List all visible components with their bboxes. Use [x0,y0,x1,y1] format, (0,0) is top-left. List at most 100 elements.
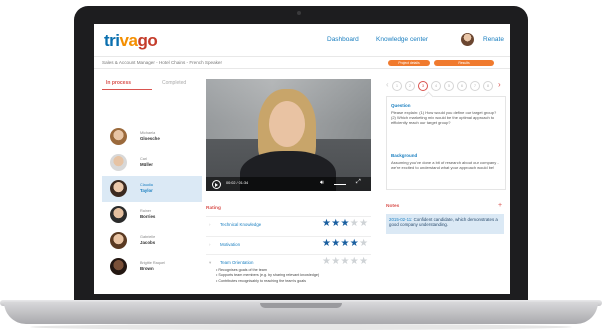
fullscreen-icon[interactable]: ⤢ [356,179,361,186]
candidate-last-name: Jacobs [140,240,156,245]
play-icon[interactable] [212,180,221,189]
logo-letter: o [147,31,158,50]
candidate-item[interactable]: Rainer Borries [102,202,202,228]
webcam [297,11,301,15]
candidate-first-name: Rainer [140,209,152,213]
laptop-shadow [30,324,572,330]
question-step[interactable]: 2 [405,81,415,91]
question-step[interactable]: 1 [392,81,402,91]
star-icon[interactable]: ★ [359,238,368,249]
tab-completed[interactable]: Completed [162,80,186,86]
candidate-tabs: In process Completed [102,80,202,92]
candidate-photo [110,180,127,197]
star-icon[interactable]: ★ [359,256,368,267]
star-icon[interactable]: ★ [350,238,359,249]
candidate-first-name: Brigitte Raquel [140,261,165,265]
volume-slider[interactable] [334,184,346,185]
question-heading: Question [391,103,411,108]
candidate-last-name: Gloesche [140,136,160,141]
logo-letter: v [119,31,129,50]
candidate-first-name: Michaela [140,131,156,135]
candidate-last-name: Müller [140,162,153,167]
star-rating[interactable]: ★★★★★ [322,218,368,229]
candidate-item[interactable]: Claudia Taylor [102,176,202,202]
rating-label: Team Orientation [220,260,254,265]
project-details-pill[interactable]: Project details [388,60,430,66]
candidate-item[interactable]: Gabrielle Jacobs [102,228,202,254]
star-icon[interactable]: ★ [331,256,340,267]
breadcrumb-bar: Sales & Account Manager - Hotel Chains -… [94,56,510,69]
note-text: 2015-02-11: Confident candidate, which d… [389,217,501,228]
note-date: 2015-02-11: [389,217,413,222]
user-name-link[interactable]: Renate [483,36,504,43]
candidate-photo [110,128,127,145]
star-icon[interactable]: ★ [341,238,350,249]
star-icon[interactable]: ★ [359,218,368,229]
candidate-photo [110,232,127,249]
video-player[interactable]: 00:02 / 01:34 🔊︎ ⤢ [206,79,371,191]
star-rating[interactable]: ★★★★★ [322,238,368,249]
question-step[interactable]: 6 [457,81,467,91]
star-icon[interactable]: ★ [322,238,331,249]
trivago-logo[interactable]: trivago [104,31,158,51]
add-note-button[interactable]: + [498,202,502,209]
star-icon[interactable]: ★ [331,238,340,249]
user-avatar[interactable] [461,33,474,46]
candidate-last-name: Taylor [140,188,153,193]
chevron-right-icon[interactable]: › [209,242,211,247]
chevron-down-icon[interactable]: ▾ [209,260,211,266]
candidate-first-name: Gabrielle [140,235,156,239]
candidate-photo [110,258,127,275]
nav-dashboard-link[interactable]: Dashboard [327,36,359,43]
question-step[interactable]: 5 [444,81,454,91]
chevron-right-icon[interactable]: › [498,80,501,89]
star-icon[interactable]: ★ [322,218,331,229]
tab-in-process[interactable]: In process [106,80,131,86]
app-screen: trivago Dashboard Knowledge center Renat… [94,24,510,294]
nav-knowledge-center-link[interactable]: Knowledge center [376,36,428,43]
candidate-photo [110,206,127,223]
question-step[interactable]: 3 [418,81,428,91]
rating-label: Motivation [220,242,241,247]
chevron-left-icon[interactable]: ‹ [386,80,389,89]
question-stepper: ‹ 1 2 3 4 5 6 7 8 › [386,80,504,91]
candidate-photo [110,154,127,171]
breadcrumb: Sales & Account Manager - Hotel Chains -… [102,60,223,65]
star-icon[interactable]: ★ [341,256,350,267]
candidate-first-name: Carl [140,157,147,161]
notes-heading: Notes [386,204,400,209]
note-item[interactable]: 2015-02-11: Confident candidate, which d… [386,214,504,234]
background-heading: Background [391,153,418,158]
candidate-item[interactable]: Michaela Gloesche [102,124,202,150]
candidate-item[interactable]: Brigitte Raquel Brown [102,254,202,280]
question-panel: Question Please explain: (1) How would y… [386,91,506,190]
question-pointer [423,91,434,102]
star-icon[interactable]: ★ [331,218,340,229]
candidate-last-name: Brown [140,266,154,271]
star-icon[interactable]: ★ [322,256,331,267]
video-time: 00:02 / 01:34 [226,181,249,185]
rating-heading: Rating [206,206,221,211]
star-icon[interactable]: ★ [341,218,350,229]
logo-letter: g [137,31,148,50]
question-step[interactable]: 4 [431,81,441,91]
star-icon[interactable]: ★ [350,256,359,267]
candidate-last-name: Borries [140,214,156,219]
active-tab-indicator [102,89,152,90]
question-text: Please explain: (1) How would you define… [391,110,497,125]
results-pill[interactable]: Results [434,60,494,66]
rating-label: Technical Knowledge [220,222,262,227]
chevron-right-icon[interactable]: › [209,222,211,227]
star-icon[interactable]: ★ [350,218,359,229]
candidate-first-name: Claudia [140,183,153,187]
rating-row[interactable]: › Motivation ★★★★★ [206,236,371,253]
laptop-notch [260,303,342,308]
video-person-face [269,101,305,147]
top-navigation: trivago Dashboard Knowledge center Renat… [94,24,510,54]
rating-row[interactable]: › Technical Knowledge ★★★★★ [206,216,371,233]
volume-icon[interactable]: 🔊︎ [320,180,324,187]
star-rating[interactable]: ★★★★★ [322,256,368,267]
question-step[interactable]: 8 [483,81,493,91]
candidate-item[interactable]: Carl Müller [102,150,202,176]
question-step[interactable]: 7 [470,81,480,91]
